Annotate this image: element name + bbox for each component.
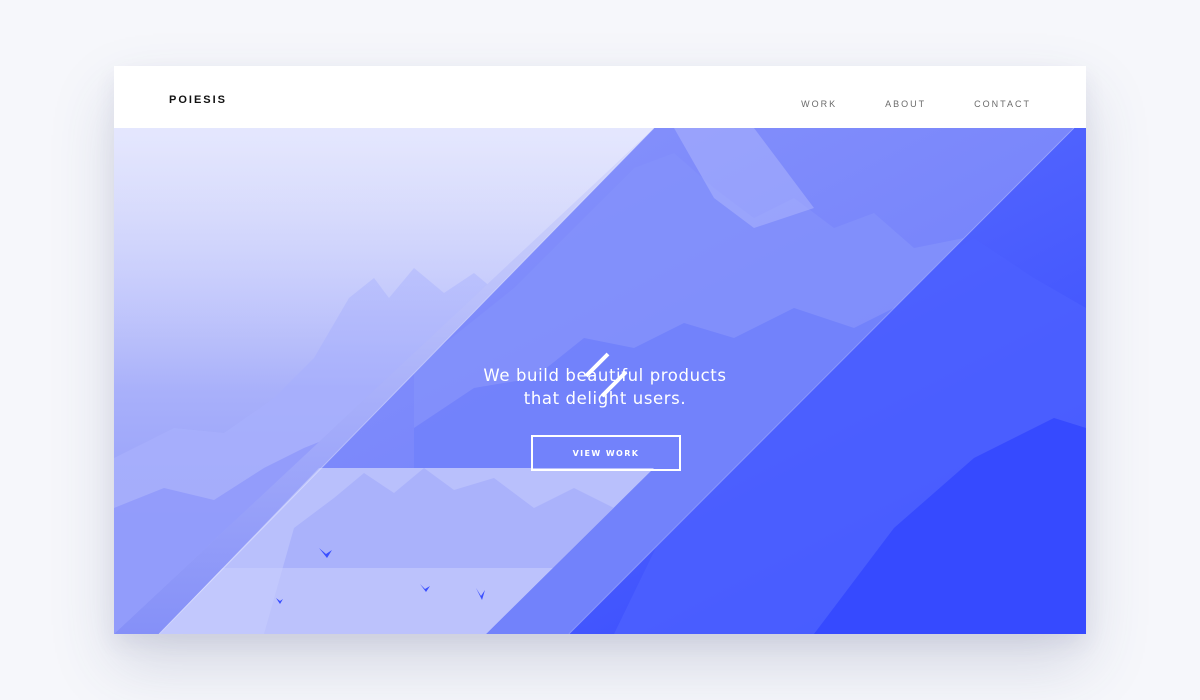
website-mockup: POIESIS WORK ABOUT CONTACT We build beau… — [114, 66, 1086, 634]
hero-headline-line-2: that delight users. — [523, 389, 687, 408]
site-header: POIESIS WORK ABOUT CONTACT — [114, 66, 1086, 128]
site-logo[interactable]: POIESIS — [169, 94, 227, 106]
hero-section: We build beautiful products that delight… — [114, 128, 1086, 634]
view-work-button[interactable]: VIEW WORK — [531, 435, 681, 471]
hero-headline: We build beautiful products that delight… — [414, 364, 796, 410]
main-nav: WORK ABOUT CONTACT — [801, 99, 1031, 109]
hero-headline-line-1: We build beautiful products — [483, 366, 727, 385]
nav-link-work[interactable]: WORK — [801, 99, 837, 109]
nav-link-about[interactable]: ABOUT — [885, 99, 926, 109]
nav-link-contact[interactable]: CONTACT — [974, 99, 1031, 109]
hero-content: We build beautiful products that delight… — [114, 128, 1086, 634]
